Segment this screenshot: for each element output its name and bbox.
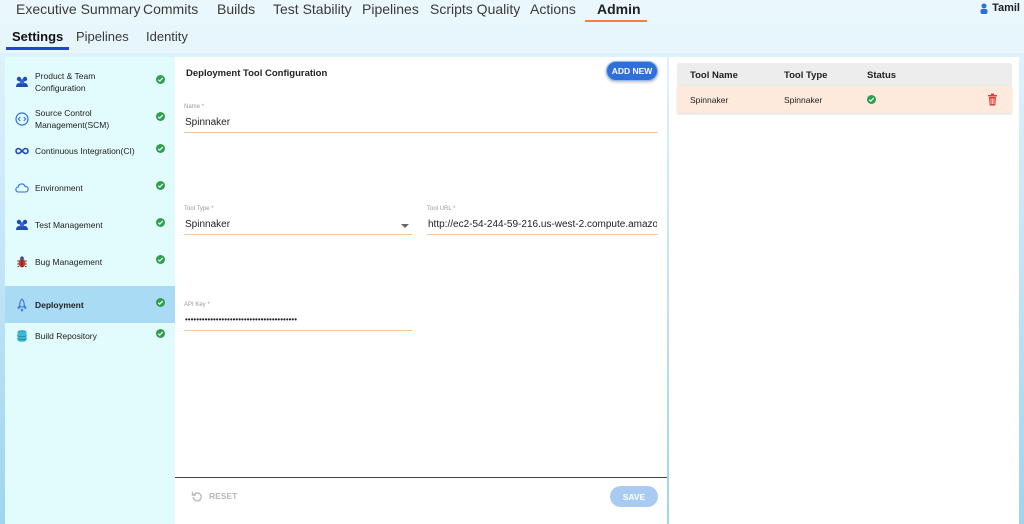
table-row[interactable]: Spinnaker Spinnaker [677, 86, 1012, 113]
settings-sidebar: Product & Team Configuration Source Cont… [5, 57, 175, 524]
tab-pipelines[interactable]: Pipelines [362, 1, 419, 17]
tab-builds[interactable]: Builds [217, 1, 255, 17]
sidebar-item-test-management[interactable]: Test Management [5, 206, 175, 243]
column-header-tool-name: Tool Name [690, 70, 738, 81]
form-footer-divider [175, 477, 667, 478]
check-circle-icon [156, 112, 165, 121]
reset-label: RESET [209, 491, 238, 501]
tool-url-field[interactable]: Tool URL * http://ec2-54-244-59-216.us-w… [427, 206, 658, 236]
table-header: Tool Name Tool Type Status [677, 63, 1012, 86]
tool-type-label: Tool Type * [184, 206, 214, 212]
check-circle-icon [156, 255, 165, 264]
delete-icon[interactable] [987, 93, 998, 106]
tab-scripts-quality[interactable]: Scripts Quality [430, 1, 520, 17]
top-navigation: Executive Summary Commits Builds Test St… [0, 0, 1024, 25]
sidebar-item-label: Product & Team Configuration [35, 70, 96, 93]
cloud-icon [15, 181, 29, 195]
bug-icon [15, 255, 29, 269]
sidebar-item-label: Build Repository [35, 330, 97, 341]
infinity-icon [15, 144, 29, 158]
tab-executive-summary[interactable]: Executive Summary [16, 1, 140, 17]
tool-type-value: Spinnaker [185, 219, 231, 230]
save-button[interactable]: SAVE [610, 486, 658, 507]
tab-sub-pipelines[interactable]: Pipelines [76, 29, 129, 44]
tab-test-stability[interactable]: Test Stability [273, 1, 352, 17]
team-icon [15, 75, 29, 89]
sidebar-item-label: Bug Management [35, 256, 103, 267]
field-underline [184, 330, 412, 331]
database-icon [15, 329, 29, 343]
form-title: Deployment Tool Configuration [186, 68, 328, 79]
reset-button[interactable]: RESET [191, 490, 237, 502]
sidebar-item-environment[interactable]: Environment [5, 169, 175, 206]
field-underline [184, 234, 412, 235]
cell-tool-type: Spinnaker [784, 95, 823, 105]
name-input[interactable]: Spinnaker [185, 117, 655, 128]
api-key-label: API Key * [184, 302, 210, 308]
sidebar-item-product-team[interactable]: Product & Team Configuration [5, 63, 175, 100]
sidebar-item-label: Environment [35, 182, 83, 193]
people-icon [15, 218, 29, 232]
tab-identity[interactable]: Identity [146, 29, 188, 44]
tool-url-input[interactable]: http://ec2-54-244-59-216.us-west-2.compu… [428, 219, 657, 230]
chevron-down-icon[interactable] [401, 224, 409, 228]
rocket-icon [15, 297, 29, 312]
check-circle-icon [156, 329, 165, 338]
sidebar-item-label: Continuous Integration(CI) [35, 145, 135, 156]
name-field-label: Name * [184, 104, 205, 110]
field-underline [184, 132, 658, 133]
deployment-config-form: Deployment Tool Configuration ADD NEW Na… [175, 57, 667, 524]
cell-tool-name: Spinnaker [690, 95, 729, 105]
api-key-field[interactable]: API Key * ••••••••••••••••••••••••••••••… [184, 302, 412, 332]
api-key-input[interactable]: •••••••••••••••••••••••••••••••••••••••• [185, 315, 411, 324]
check-circle-icon [156, 298, 165, 307]
check-circle-icon [156, 144, 165, 153]
column-header-status: Status [867, 70, 897, 81]
field-underline [427, 234, 658, 235]
code-icon [15, 111, 29, 126]
tab-admin[interactable]: Admin [597, 1, 641, 17]
name-field[interactable]: Name * Spinnaker [184, 104, 658, 134]
tab-commits[interactable]: Commits [143, 1, 198, 17]
check-circle-icon [156, 218, 165, 227]
sidebar-item-label: Test Management [35, 219, 103, 230]
user-icon [980, 3, 988, 14]
tab-settings[interactable]: Settings [12, 29, 63, 44]
undo-icon [191, 491, 202, 502]
tool-type-select[interactable]: Tool Type * Spinnaker [184, 206, 412, 236]
tab-actions[interactable]: Actions [530, 1, 576, 17]
add-new-button[interactable]: ADD NEW [606, 61, 658, 81]
tools-table-panel: Tool Name Tool Type Status Spinnaker Spi… [669, 57, 1019, 524]
sidebar-item-build-repository[interactable]: Build Repository [5, 317, 175, 354]
sidebar-item-label: Source Control Management(SCM) [35, 107, 110, 130]
sidebar-item-label: Deployment [35, 299, 84, 310]
user-name: Tamil [992, 2, 1020, 14]
sub-navigation: Settings Pipelines Identity [0, 25, 1024, 53]
subnav-active-indicator [6, 47, 69, 50]
active-tab-indicator [585, 20, 647, 22]
sidebar-item-ci[interactable]: Continuous Integration(CI) [5, 132, 175, 169]
check-circle-icon [156, 181, 165, 190]
user-menu[interactable]: Tamil [979, 2, 1020, 14]
column-header-tool-type: Tool Type [784, 70, 828, 81]
tool-url-label: Tool URL * [427, 206, 456, 212]
sidebar-item-bug-management[interactable]: Bug Management [5, 243, 175, 280]
status-check-icon [867, 95, 876, 104]
check-circle-icon [156, 75, 165, 84]
